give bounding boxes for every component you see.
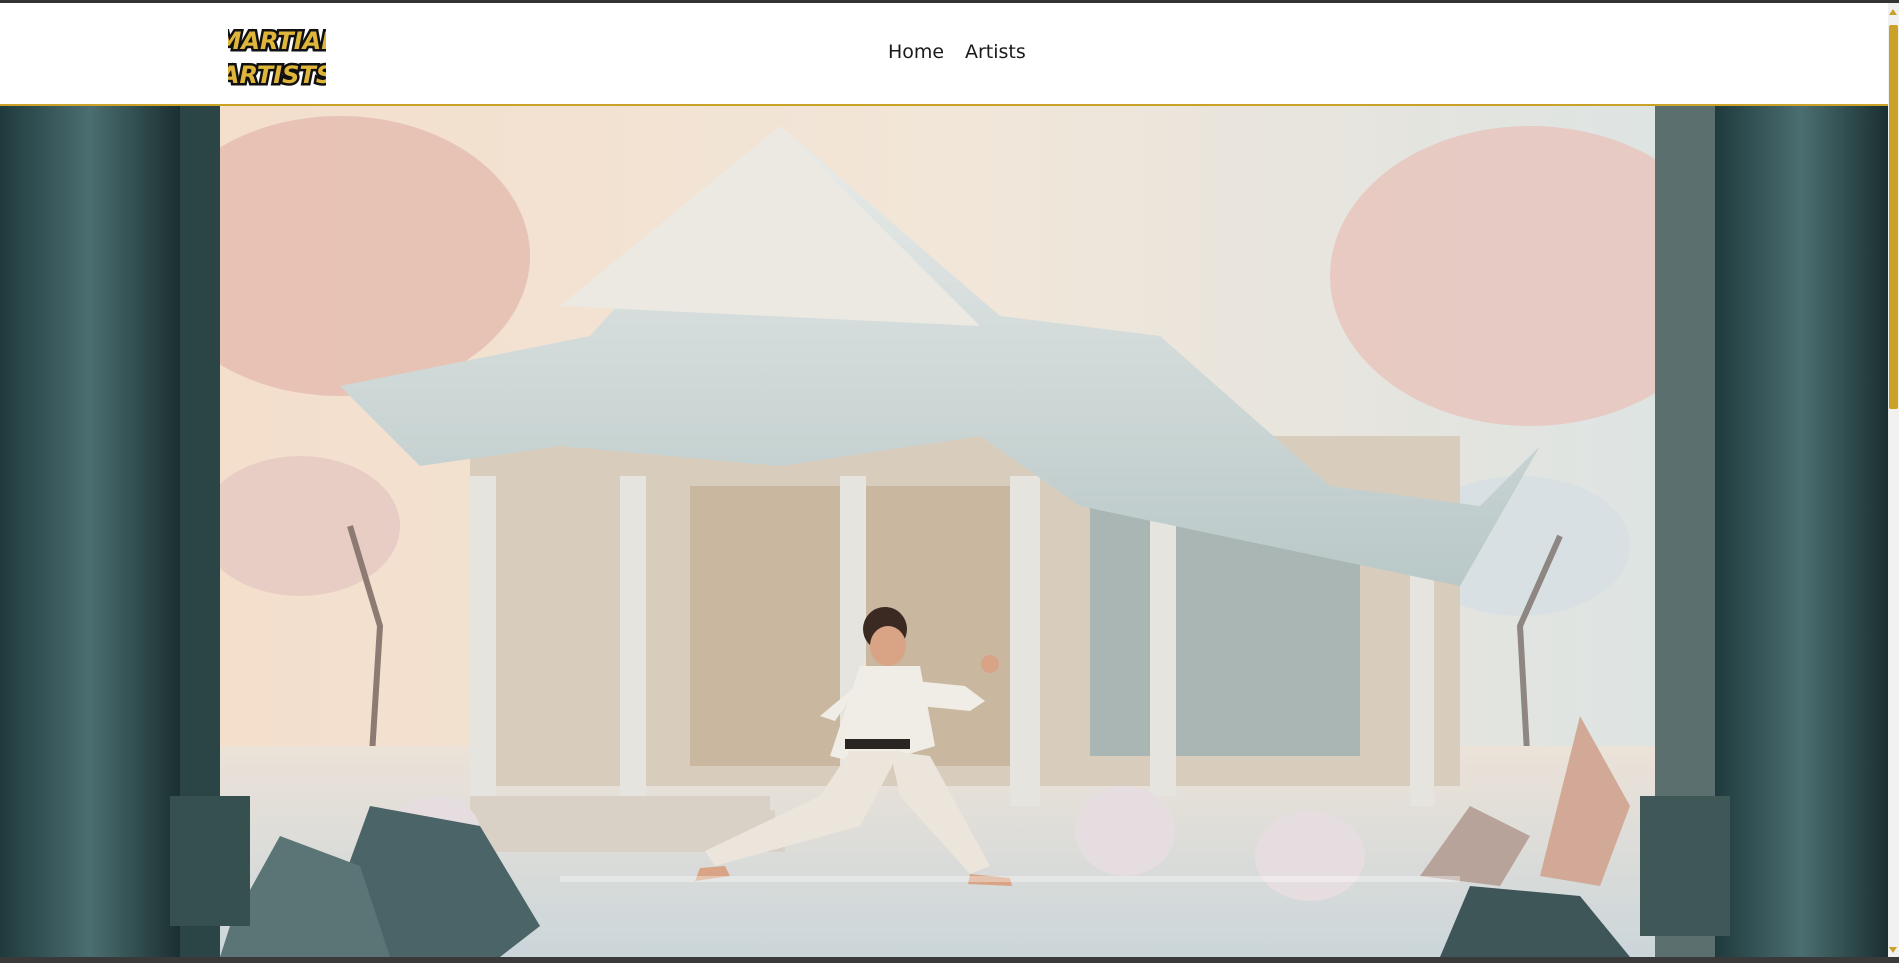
scroll-up-arrow-icon[interactable] [1889, 9, 1897, 15]
pillar-left [0, 106, 250, 957]
site-header: MARTIAL MARTIAL ARTISTS ARTISTS Home Art… [0, 3, 1888, 106]
hero-illustration [0, 106, 1888, 957]
main-nav: Home Artists [0, 3, 1888, 104]
pillar-right [1640, 106, 1888, 957]
nav-artists-link[interactable]: Artists [965, 41, 1026, 63]
scroll-down-arrow-icon[interactable] [1889, 947, 1897, 953]
scrollbar-thumb[interactable] [1889, 25, 1898, 409]
nav-home-link[interactable]: Home [888, 41, 944, 63]
hero-image [0, 106, 1888, 957]
window-bottom-border [0, 957, 1899, 963]
page-scrollbar[interactable] [1888, 3, 1899, 957]
